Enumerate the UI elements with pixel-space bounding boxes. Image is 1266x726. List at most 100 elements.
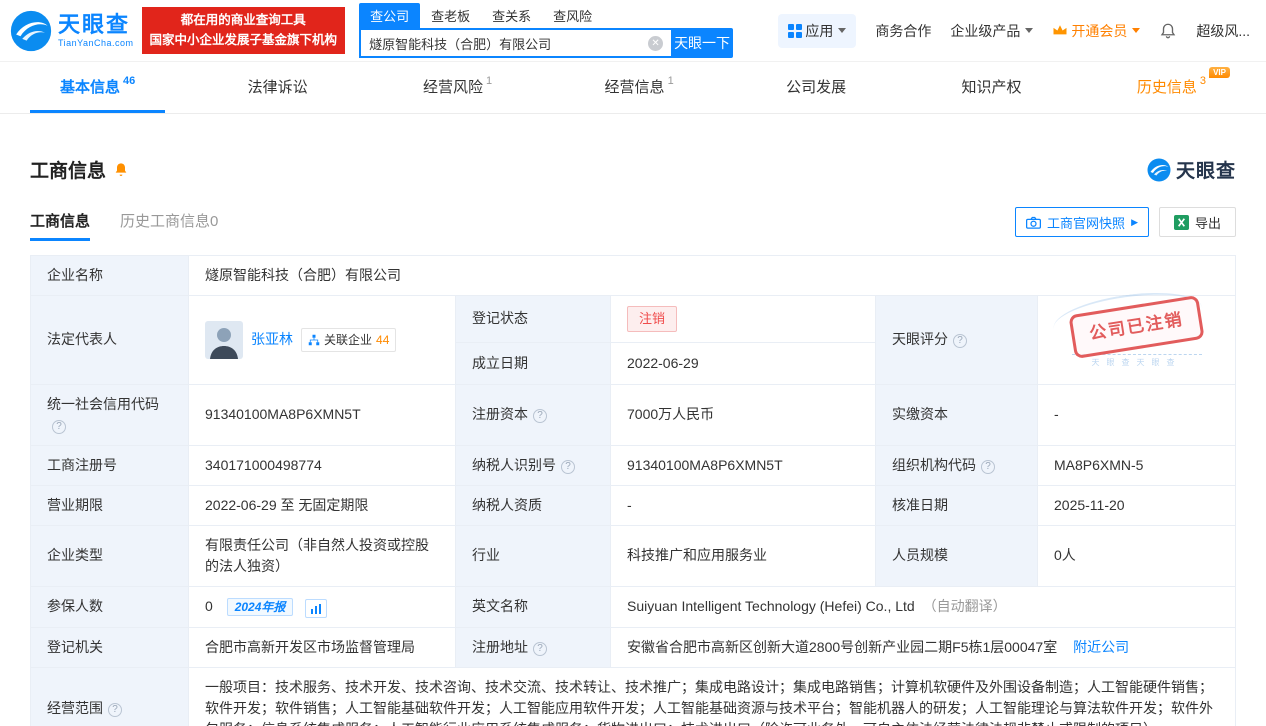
company-cancelled-stamp: 公司已注销	[1068, 295, 1205, 359]
vip-badge: VIP	[1209, 67, 1230, 78]
value-registry-authority: 合肥市高新开发区市场监督管理局	[188, 627, 456, 668]
value-paid-capital: -	[1037, 383, 1236, 446]
value-staff-size: 0人	[1037, 524, 1236, 587]
subtab-business-info[interactable]: 工商信息	[30, 210, 91, 241]
value-company-type: 有限责任公司（非自然人投资或控股的法人独资）	[188, 524, 456, 587]
business-info-table: 企业名称 燧原智能科技（合肥）有限公司 法定代表人 张亚林 关联企业 44 登记…	[30, 255, 1236, 726]
top-header: 天眼查 TianYanCha.com 都在用的商业查询工具 国家中小企业发展子基…	[0, 0, 1266, 62]
auto-translate-note: （自动翻译）	[922, 598, 1007, 615]
subtab-history-business-info[interactable]: 历史工商信息0	[120, 210, 218, 241]
value-english-name: Suiyuan Intelligent Technology (Hefei) C…	[610, 585, 1236, 628]
tianyancha-watermark-logo: 天眼查	[1147, 156, 1236, 183]
menu-super-risk[interactable]: 超级风...	[1196, 21, 1250, 41]
value-insured-count: 0 2024年报	[188, 585, 456, 628]
legal-rep-link[interactable]: 张亚林	[251, 329, 293, 350]
help-icon[interactable]: ?	[533, 409, 547, 423]
value-approval-date: 2025-11-20	[1037, 484, 1236, 526]
label-industry: 行业	[455, 524, 611, 587]
tab-label: 经营风险	[423, 78, 484, 96]
apps-grid-icon	[788, 23, 803, 38]
chevron-down-icon	[838, 28, 847, 33]
tab-count: 1	[667, 75, 674, 87]
help-icon[interactable]: ?	[561, 459, 575, 474]
section-title: 工商信息	[30, 161, 107, 182]
label-reg-number: 工商注册号	[30, 444, 189, 486]
slogan-line1: 都在用的商业查询工具	[180, 13, 306, 28]
notification-bell-icon[interactable]	[1159, 22, 1177, 40]
org-chart-icon	[308, 334, 320, 346]
label-insured-count: 参保人数	[30, 585, 189, 628]
tab-basic-info[interactable]: 基本信息 46	[30, 62, 166, 113]
help-icon[interactable]: ?	[533, 642, 547, 656]
value-org-code: MA8P6XMN-5	[1037, 444, 1236, 486]
label-org-code: 组织机构代码?	[875, 444, 1038, 486]
export-button[interactable]: 导出	[1158, 207, 1236, 237]
subscribe-bell-icon[interactable]	[113, 162, 129, 178]
help-icon[interactable]: ?	[953, 334, 967, 349]
label-business-term: 营业期限	[30, 484, 189, 526]
slogan-badge: 都在用的商业查询工具 国家中小企业发展子基金旗下机构	[141, 7, 346, 54]
tab-label: 法律诉讼	[247, 78, 308, 96]
label-reg-capital: 注册资本?	[455, 383, 611, 446]
arrow-right-icon: ▶	[1131, 216, 1138, 227]
official-snapshot-button[interactable]: 工商官网快照 ▶	[1015, 207, 1149, 237]
help-icon[interactable]: ?	[108, 703, 122, 717]
value-address: 安徽省合肥市高新区创新大道2800号创新产业园二期F5栋1层00047室 附近公…	[610, 627, 1236, 668]
search-area: 查公司 查老板 查关系 查风险 ✕ 天眼一下	[359, 3, 734, 58]
monitor-trend-icon[interactable]	[305, 599, 328, 618]
value-reg-number: 340171000498774	[188, 444, 456, 486]
tab-label: 基本信息	[60, 78, 121, 96]
tianyancha-logo-icon	[10, 10, 52, 52]
search-tab-relation[interactable]: 查关系	[481, 3, 542, 28]
tab-legal-lawsuits[interactable]: 法律诉讼	[218, 62, 341, 113]
tab-history-info[interactable]: 历史信息 3 VIP	[1107, 62, 1236, 113]
search-tab-boss[interactable]: 查老板	[420, 3, 481, 28]
help-icon[interactable]: ?	[52, 419, 66, 434]
menu-enterprise[interactable]: 企业级产品	[950, 21, 1034, 41]
header-menu: 应用 商务合作 企业级产品 开通会员 超级风...	[778, 13, 1250, 48]
search-button[interactable]: 天眼一下	[671, 28, 734, 58]
menu-vip[interactable]: 开通会员	[1052, 21, 1141, 41]
apps-menu[interactable]: 应用	[778, 13, 857, 48]
help-icon[interactable]: ?	[981, 459, 995, 474]
tab-count: 3	[1199, 75, 1206, 87]
label-company-name: 企业名称	[30, 255, 189, 296]
search-tab-company[interactable]: 查公司	[359, 3, 421, 28]
tab-count: 1	[486, 75, 493, 87]
tianyancha-logo[interactable]: 天眼查 TianYanCha.com	[10, 10, 134, 52]
label-taxpayer-quality: 纳税人资质	[455, 484, 611, 526]
tab-operating-risk[interactable]: 经营风险 1	[393, 62, 522, 113]
value-reg-capital: 7000万人民币	[610, 383, 876, 446]
tab-intellectual-property[interactable]: 知识产权	[931, 62, 1054, 113]
tab-operating-info[interactable]: 经营信息 1	[575, 62, 704, 113]
value-reg-status: 注销	[610, 295, 876, 343]
value-business-scope: 一般项目：技术服务、技术开发、技术咨询、技术交流、技术转让、技术推广；集成电路设…	[188, 667, 1236, 726]
crown-icon	[1052, 24, 1068, 37]
camera-icon	[1026, 216, 1042, 229]
status-badge: 注销	[627, 306, 678, 332]
related-companies-badge[interactable]: 关联企业 44	[301, 327, 397, 352]
label-business-scope: 经营范围?	[30, 667, 189, 726]
nearby-companies-link[interactable]: 附近公司	[1073, 639, 1129, 655]
value-legal-rep: 张亚林 关联企业 44	[188, 295, 456, 385]
menu-cooperation[interactable]: 商务合作	[875, 21, 931, 41]
value-taxpayer-id: 91340100MA8P6XMN5T	[610, 444, 876, 486]
chevron-down-icon	[1132, 28, 1141, 33]
legal-rep-photo[interactable]	[205, 320, 243, 359]
label-english-name: 英文名称	[455, 585, 611, 628]
value-credit-code: 91340100MA8P6XMN5T	[188, 383, 456, 446]
search-input[interactable]	[369, 35, 649, 51]
label-approval-date: 核准日期	[875, 484, 1038, 526]
search-input-box: ✕	[359, 28, 672, 58]
cancelled-stamp-cell: 公司已注销 天眼查天眼查	[1037, 295, 1236, 385]
apps-label: 应用	[805, 22, 834, 39]
annual-report-badge[interactable]: 2024年报	[226, 597, 294, 616]
label-legal-rep: 法定代表人	[30, 295, 189, 385]
search-tab-risk[interactable]: 查风险	[542, 3, 603, 28]
label-credit-code: 统一社会信用代码?	[30, 383, 189, 446]
clear-search-icon[interactable]: ✕	[648, 35, 664, 51]
tab-company-development[interactable]: 公司发展	[756, 62, 879, 113]
tab-label: 公司发展	[786, 78, 847, 96]
label-reg-status: 登记状态	[455, 295, 611, 343]
logo-domain: TianYanCha.com	[58, 37, 134, 48]
